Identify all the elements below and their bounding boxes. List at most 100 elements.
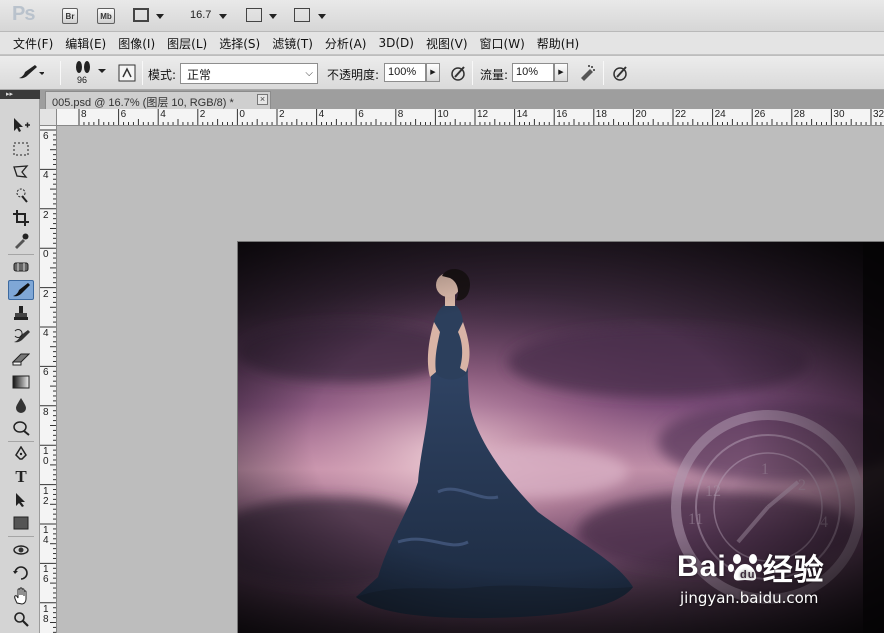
ruler-tick-label: 0	[43, 249, 49, 261]
menu-edit[interactable]: 编辑(E)	[59, 35, 112, 52]
lasso-tool[interactable]	[8, 162, 34, 182]
arrange-dropdown-icon[interactable]	[269, 14, 277, 19]
ruler-tick-label: 2	[43, 209, 49, 221]
opacity-field[interactable]: 100%	[384, 63, 426, 82]
brush-tip-icon[interactable]	[74, 60, 92, 74]
chevron-down-icon: ⌵	[305, 68, 313, 79]
opacity-label: 不透明度:	[327, 68, 380, 82]
ruler-tick-label: 24	[714, 109, 726, 120]
screen-mode-dropdown-icon[interactable]	[318, 14, 326, 19]
menu-window[interactable]: 窗口(W)	[474, 35, 531, 52]
dodge-tool[interactable]	[8, 418, 34, 438]
zoom-level[interactable]: 16.7	[190, 9, 211, 21]
document-tab-strip: 005.psd @ 16.7% (图层 10, RGB/8) * ×	[40, 90, 884, 109]
pen-tool[interactable]	[8, 444, 34, 464]
photoshop-logo: Ps	[12, 3, 35, 25]
close-icon[interactable]: ×	[257, 94, 268, 105]
hand-tool[interactable]	[8, 586, 34, 606]
ruler-origin[interactable]	[40, 109, 57, 126]
menu-bar: 文件(F) 编辑(E) 图像(I) 图层(L) 选择(S) 滤镜(T) 分析(A…	[0, 32, 884, 55]
rectangle-tool[interactable]	[8, 513, 34, 533]
baidu-logo-text: Bai	[677, 550, 727, 583]
ruler-tick-label: 16	[556, 109, 568, 120]
ruler-tick-label: 20	[635, 109, 647, 120]
spot-healing-tool[interactable]	[8, 257, 34, 277]
view-extras-dropdown-icon[interactable]	[156, 14, 164, 19]
ruler-tick-label: 30	[833, 109, 845, 120]
blur-tool[interactable]	[8, 395, 34, 415]
ruler-tick-label: 2	[43, 288, 49, 300]
menu-file[interactable]: 文件(F)	[7, 35, 59, 52]
launch-bridge-button[interactable]: Br	[62, 8, 78, 24]
launch-mini-bridge-button[interactable]: Mb	[97, 8, 115, 24]
airbrush-icon[interactable]	[578, 64, 596, 82]
ruler-tick-label: 6	[43, 367, 49, 379]
ruler-tick-label: 2	[199, 109, 206, 120]
ruler-tick-label: 10	[437, 109, 449, 120]
toolbox-collapse-button[interactable]: ▸▸	[0, 90, 40, 99]
ruler-tick-label: 4	[43, 328, 49, 339]
ruler-tick-label: 4	[43, 170, 49, 182]
menu-image[interactable]: 图像(I)	[112, 35, 161, 52]
brush-panel-toggle-icon[interactable]	[118, 64, 136, 82]
zoom-tool[interactable]	[8, 609, 34, 629]
mode-label: 模式:	[148, 68, 177, 82]
baidu-logo: Bai du 经验	[677, 545, 877, 589]
menu-layer[interactable]: 图层(L)	[161, 35, 213, 52]
document-tab[interactable]: 005.psd @ 16.7% (图层 10, RGB/8) * ×	[45, 91, 271, 109]
ruler-tick-label: 26	[754, 109, 766, 120]
ruler-tick-label: 1 6	[43, 564, 49, 586]
ruler-tick-label: 6	[120, 109, 127, 120]
eraser-tool[interactable]	[8, 349, 34, 369]
menu-filter[interactable]: 滤镜(T)	[266, 35, 319, 52]
flow-label: 流量:	[480, 68, 509, 82]
3d-orbit-tool[interactable]	[8, 563, 34, 583]
type-tool[interactable]: T	[8, 467, 34, 487]
3d-rotate-tool[interactable]	[8, 540, 34, 560]
brush-preset-icon[interactable]	[16, 63, 44, 81]
move-tool[interactable]	[8, 115, 34, 135]
svg-text:du: du	[740, 569, 755, 581]
history-brush-tool[interactable]	[8, 326, 34, 346]
horizontal-ruler[interactable]: 8 6 4 2 0 2 4 6 8 10 12 14 16 18 20 22 24 26 28 30 32	[57, 109, 884, 126]
arrange-documents-icon[interactable]	[246, 8, 262, 22]
crop-tool[interactable]	[8, 208, 34, 228]
menu-3d[interactable]: 3D(D)	[372, 36, 419, 50]
zoom-dropdown-icon[interactable]	[219, 14, 227, 19]
menu-view[interactable]: 视图(V)	[420, 35, 474, 52]
marquee-tool[interactable]	[8, 139, 34, 159]
flow-slider-toggle[interactable]: ▶	[554, 63, 568, 82]
brush-tool[interactable]	[8, 280, 34, 300]
blend-mode-value: 正常	[187, 68, 212, 82]
tablet-pressure-size-icon[interactable]	[611, 64, 629, 82]
toolbox: T	[0, 99, 40, 633]
eyedropper-tool[interactable]	[8, 231, 34, 251]
ruler-tick-label: 12	[477, 109, 489, 120]
ruler-tick-label: 14	[516, 109, 528, 120]
path-selection-tool[interactable]	[8, 490, 34, 510]
view-extras-icon[interactable]	[133, 8, 149, 22]
ruler-tick-label: 6	[358, 109, 364, 120]
menu-select[interactable]: 选择(S)	[213, 35, 266, 52]
brush-picker-dropdown-icon[interactable]	[98, 69, 106, 73]
flow-field[interactable]: 10%	[512, 63, 554, 82]
tablet-pressure-opacity-icon[interactable]	[449, 64, 467, 82]
menu-analysis[interactable]: 分析(A)	[319, 35, 373, 52]
ruler-tick-label: 8	[81, 109, 87, 120]
watermark-url: jingyan.baidu.com	[680, 589, 819, 607]
clone-stamp-tool[interactable]	[8, 303, 34, 323]
quick-selection-tool[interactable]	[8, 185, 34, 205]
blend-mode-select[interactable]: 正常 ⌵	[180, 63, 318, 84]
ruler-tick-label: 1 0	[43, 446, 49, 468]
ruler-tick-label: 1 8	[43, 603, 49, 625]
screen-mode-icon[interactable]	[294, 8, 310, 22]
menu-help[interactable]: 帮助(H)	[531, 35, 585, 52]
paw-icon: du	[727, 554, 762, 581]
vertical-ruler[interactable]: 6 4 2 0 2 4 6 8 1 0 1 2 1 4 1 6 1 8	[40, 126, 57, 633]
ruler-tick-label: 28	[793, 109, 805, 120]
baidu-jingyan-watermark: Bai du 经验 jingyan.baidu.com	[677, 545, 877, 607]
gradient-tool[interactable]	[8, 372, 34, 392]
opacity-slider-toggle[interactable]: ▶	[426, 63, 440, 82]
ruler-tick-label: 6	[43, 131, 49, 142]
ruler-tick-label: 1 4	[43, 525, 49, 546]
